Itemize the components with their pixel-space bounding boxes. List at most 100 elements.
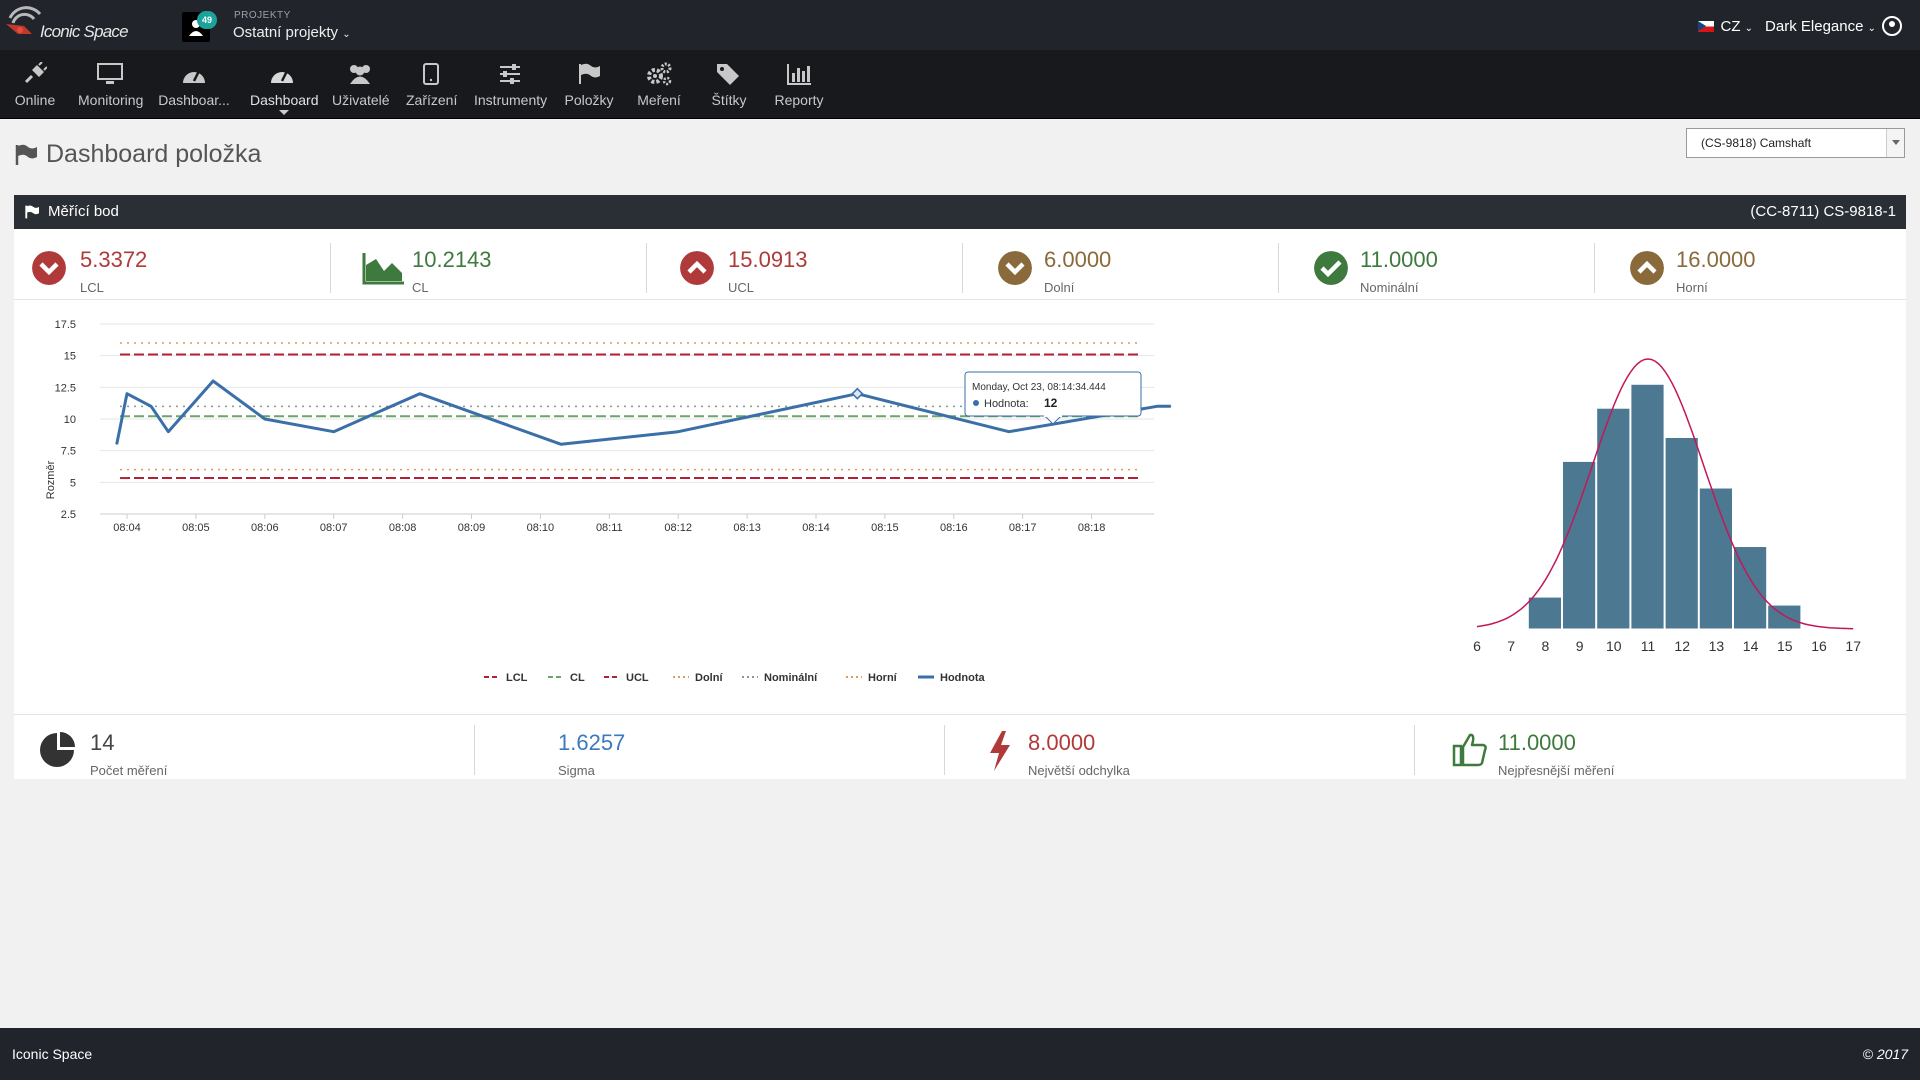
nav-label: Uživatelé [332,92,390,108]
y-axis-label: Rozměr [45,460,57,499]
histogram-chart: 6 7 8 9 10 11 12 13 14 15 16 17 [1473,358,1861,654]
footer-bar: Iconic Space © 2017 [0,1028,1920,1080]
y-tick-label: 12.5 [55,382,76,394]
nav-item-users[interactable]: Uživatelé [332,60,390,108]
x-tick-label: 08:17 [1009,522,1037,534]
stat-nominal: 11.0000 Nominální [1278,239,1594,299]
item-select[interactable]: (CS-9818) Camshaft [1686,128,1905,158]
histogram-bar[interactable] [1733,546,1768,630]
chevron-down-icon: ⌄ [342,29,351,40]
stat-cl: 10.2143 CL [330,239,646,299]
legend-item-cl[interactable]: CL [570,672,585,684]
legend-item-dolní[interactable]: Dolní [695,672,723,684]
divider [474,725,475,775]
theme-select[interactable]: Dark Elegance ⌄ [1765,18,1876,35]
highlighted-data-point[interactable] [851,387,864,400]
stat-ucl: 15.0913 UCL [646,239,962,299]
histogram-bar[interactable] [1630,383,1665,630]
projects-badge: 49 [197,11,217,29]
nav-item-dashboards[interactable]: Dashboar... [158,60,230,108]
thumbs-up-icon [1452,733,1487,767]
data-point[interactable] [333,431,335,433]
stat-measurement-count: 14 Počet měření [14,715,474,780]
control-chart: 2.5 5 7.5 10 12.5 15 17.5 08:04 08:05 08:06 08:07… [45,319,1172,684]
chevron-down-icon: ⌄ [1744,22,1754,34]
nav-item-instruments[interactable]: Instrumenty [474,60,547,108]
stat-label: Horní [1676,280,1708,295]
users-icon [350,65,370,84]
x-tick-label: 08:07 [320,522,348,534]
projects-label: PROJEKTY [234,10,291,21]
data-point[interactable] [212,380,214,382]
legend-item-horní[interactable]: Horní [868,672,898,684]
footer-copyright: © 2017 [1862,1046,1908,1062]
tooltip-title: Monday, Oct 23, 08:14:34.444 [972,382,1106,393]
divider [330,243,331,293]
sliders-icon [500,64,520,84]
histogram-tick-label: 8 [1542,638,1550,654]
tooltip-label: Hodnota: [984,398,1029,410]
nav-label: Dashboar... [158,92,230,108]
bolt-icon [990,731,1010,771]
histogram-bar[interactable] [1596,407,1631,630]
data-point[interactable] [167,431,169,433]
data-point[interactable] [419,393,421,395]
histogram-tick-label: 16 [1811,638,1827,654]
y-tick-label: 2.5 [61,509,76,521]
stat-value: 16.0000 [1676,247,1756,272]
legend-item-nominální[interactable]: Nominální [764,672,818,684]
flag-icon [25,204,39,218]
histogram-bar[interactable] [1527,596,1563,630]
data-point[interactable] [126,393,128,395]
legend-item-lcl[interactable]: LCL [506,672,528,684]
data-point[interactable] [150,405,152,407]
stat-label: LCL [80,280,104,295]
y-tick-label: 5 [70,477,76,489]
stat-value: 6.0000 [1044,247,1112,272]
chevron-down-icon: ⌄ [1867,22,1876,34]
histogram-bar[interactable] [1664,436,1699,630]
histogram-bar[interactable] [1698,487,1733,630]
user-account-icon[interactable] [1882,16,1902,36]
data-point[interactable] [1156,405,1158,407]
nav-item-online[interactable]: Online [14,60,56,108]
nav-item-reports[interactable]: Reporty [774,60,824,108]
stat-sigma: 1.6257 Sigma [474,715,944,780]
legend-item-hodnota[interactable]: Hodnota [940,672,985,684]
page-title-text: Dashboard položka [46,140,262,168]
active-nav-indicator [279,110,289,115]
divider [1278,243,1279,293]
data-point[interactable] [116,443,118,445]
legend-item-ucl[interactable]: UCL [626,672,649,684]
nav-item-monitoring[interactable]: Monitoring [78,60,143,108]
project-dropdown[interactable]: Ostatní projekty ⌄ [233,24,351,41]
histogram-bar[interactable] [1767,604,1802,630]
data-point[interactable] [560,443,562,445]
histogram-tick-label: 13 [1709,638,1725,654]
chart-tooltip: Monday, Oct 23, 08:14:34.444 Hodnota: 12 [964,371,1142,425]
pie-chart-icon [40,732,75,767]
x-tick-label: 08:09 [458,522,486,534]
divider [962,243,963,293]
histogram-tick-label: 6 [1473,638,1481,654]
language-select[interactable]: CZ ⌄ [1720,18,1753,35]
histogram-bar[interactable] [1562,460,1597,630]
stat-value: 10.2143 [412,247,492,272]
tooltip-series-dot [973,400,979,406]
monitor-icon [97,63,123,84]
data-point[interactable] [264,418,266,420]
y-tick-label: 17.5 [55,319,76,331]
stat-lcl: 5.3372 LCL [14,239,330,299]
nav-item-tags[interactable]: Štítky [706,60,752,108]
nav-item-measurements[interactable]: Meření [636,60,682,108]
x-tick-label: 08:08 [389,522,417,534]
data-point[interactable] [1008,431,1010,433]
y-tick-label: 15 [64,351,76,363]
nav-item-items[interactable]: Položky [564,60,614,108]
nav-item-dashboard[interactable]: Dashboard [250,60,319,108]
data-point[interactable] [677,431,679,433]
stat-label: Dolní [1044,280,1075,295]
stat-upper-limit: 16.0000 Horní [1594,239,1906,299]
nav-item-devices[interactable]: Zařízení [406,60,457,108]
data-point[interactable] [1170,405,1172,407]
